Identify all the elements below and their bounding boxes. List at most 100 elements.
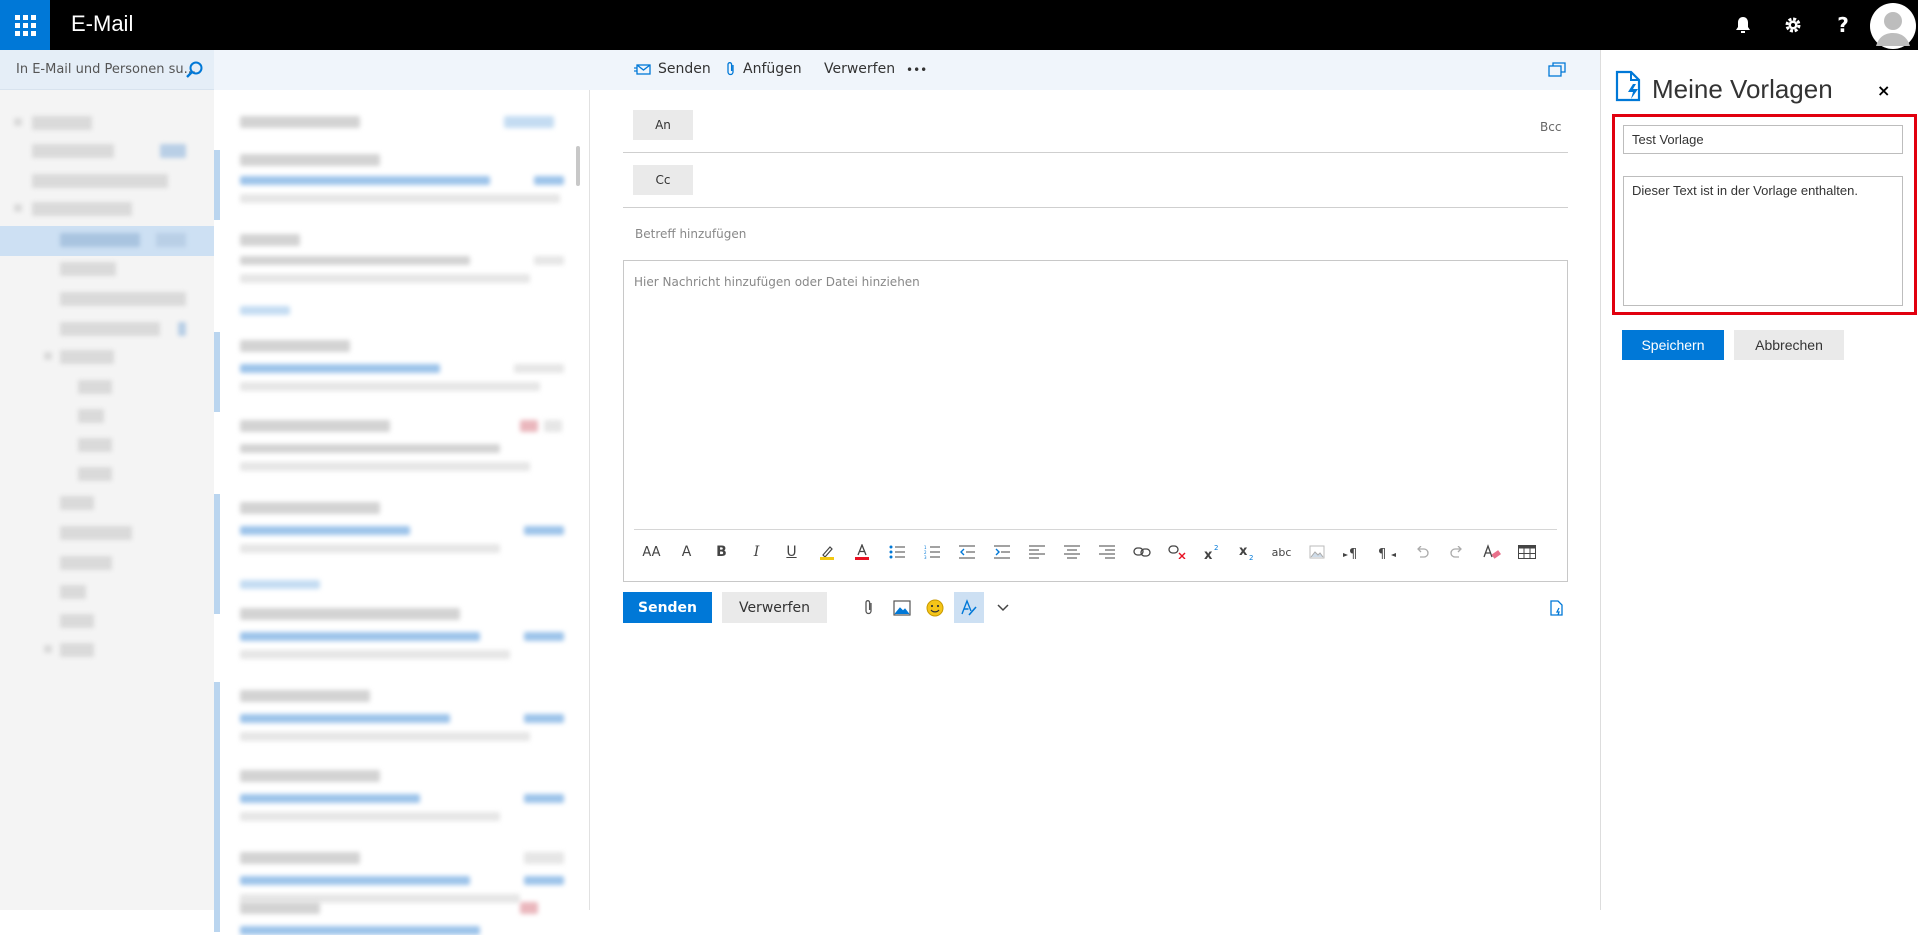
to-button[interactable]: An — [633, 110, 693, 140]
folder-item[interactable] — [60, 262, 116, 276]
numbered-list-icon: 123 — [924, 545, 940, 559]
attach-button[interactable] — [854, 592, 884, 623]
settings-button[interactable] — [1768, 0, 1818, 50]
folder-item[interactable] — [78, 467, 112, 481]
folder-item[interactable] — [60, 526, 132, 540]
font-color-button[interactable] — [844, 537, 879, 567]
search-box[interactable]: In E-Mail und Personen su... — [0, 50, 214, 90]
app-launcher-button[interactable] — [0, 0, 50, 50]
folder-item[interactable] — [32, 174, 168, 188]
font-size-button[interactable]: AA — [634, 537, 669, 567]
save-button[interactable]: Speichern — [1622, 330, 1724, 360]
strikethrough-button[interactable]: abc — [1264, 537, 1299, 567]
attach-command-button[interactable]: Anfügen — [725, 61, 802, 77]
more-options-button[interactable]: ••• — [906, 63, 927, 77]
top-bar: E-Mail ? — [0, 0, 1918, 50]
folder-item[interactable] — [60, 496, 94, 510]
folder-item[interactable] — [60, 233, 140, 247]
clear-formatting-button[interactable] — [1474, 537, 1509, 567]
paperclip-icon — [727, 62, 734, 76]
folder-item[interactable] — [60, 292, 186, 306]
send-command-button[interactable]: Senden — [634, 61, 711, 77]
bcc-link[interactable]: Bcc — [1540, 120, 1561, 134]
svg-text:x: x — [1239, 544, 1248, 559]
cc-button[interactable]: Cc — [633, 165, 693, 195]
folder-item[interactable] — [32, 202, 132, 216]
folder-item[interactable] — [60, 585, 86, 599]
folder-item[interactable] — [78, 438, 112, 452]
highlight-button[interactable] — [809, 537, 844, 567]
svg-text:¶: ¶ — [1349, 547, 1357, 559]
subject-input[interactable]: Betreff hinzufügen — [635, 227, 746, 241]
rtl-button[interactable]: ¶ — [1369, 537, 1404, 567]
folder-item[interactable] — [60, 350, 114, 364]
bullets-button[interactable] — [879, 537, 914, 567]
folder-item[interactable] — [78, 380, 112, 394]
templates-button[interactable] — [1542, 592, 1572, 623]
template-body-input[interactable]: Dieser Text ist in der Vorlage enthalten… — [1623, 176, 1903, 306]
folder-item[interactable] — [60, 643, 94, 657]
grow-font-icon: A — [681, 544, 692, 560]
search-input[interactable]: In E-Mail und Personen su... — [16, 62, 196, 77]
svg-text:x: x — [1204, 548, 1213, 560]
italic-button[interactable]: I — [739, 537, 774, 567]
undo-button[interactable] — [1404, 537, 1439, 567]
cancel-button[interactable]: Abbrechen — [1734, 330, 1844, 360]
outdent-icon — [958, 545, 975, 559]
folder-item[interactable] — [60, 614, 94, 628]
close-icon[interactable]: × — [1877, 81, 1890, 100]
user-avatar-icon — [1870, 3, 1916, 49]
folder-item[interactable] — [78, 409, 104, 423]
align-center-button[interactable] — [1054, 537, 1089, 567]
svg-text:2: 2 — [1249, 554, 1253, 560]
redo-button[interactable] — [1439, 537, 1474, 567]
subscript-icon: x 2 — [1239, 544, 1253, 560]
grow-font-button[interactable]: A — [669, 537, 704, 567]
notifications-button[interactable] — [1718, 0, 1768, 50]
emoji-button[interactable] — [920, 592, 950, 623]
folder-badge — [178, 322, 186, 336]
align-left-button[interactable] — [1019, 537, 1054, 567]
folder-item[interactable] — [32, 116, 92, 130]
send-button[interactable]: Senden — [623, 592, 712, 623]
discard-command-button[interactable]: Verwerfen — [824, 61, 895, 77]
paperclip-icon — [865, 599, 872, 614]
superscript-button[interactable]: x 2 — [1194, 537, 1229, 567]
search-icon[interactable] — [184, 60, 204, 80]
numbering-button[interactable]: 123 — [914, 537, 949, 567]
remove-link-button[interactable] — [1159, 537, 1194, 567]
folder-item[interactable] — [14, 204, 22, 212]
align-right-button[interactable] — [1089, 537, 1124, 567]
insert-picture-button[interactable] — [887, 592, 917, 623]
folder-item[interactable] — [60, 556, 112, 570]
template-icon — [1550, 599, 1563, 616]
cc-field-divider — [623, 207, 1568, 208]
svg-text:3: 3 — [924, 555, 927, 559]
folder-item[interactable] — [60, 322, 160, 336]
folder-item[interactable] — [44, 352, 52, 360]
insert-picture-inline-button[interactable] — [1299, 537, 1334, 567]
folder-item[interactable] — [32, 144, 114, 158]
increase-indent-button[interactable] — [984, 537, 1019, 567]
insert-table-button[interactable] — [1509, 537, 1544, 567]
popout-icon[interactable] — [1547, 60, 1567, 80]
picture-icon — [1309, 545, 1324, 559]
template-name-input[interactable]: Test Vorlage — [1623, 125, 1903, 154]
more-actions-button[interactable] — [988, 592, 1018, 623]
insert-link-button[interactable] — [1124, 537, 1159, 567]
decrease-indent-button[interactable] — [949, 537, 984, 567]
list-scrollbar[interactable] — [576, 146, 580, 186]
folder-item[interactable] — [44, 645, 52, 653]
folder-item[interactable] — [14, 118, 22, 126]
avatar[interactable] — [1868, 0, 1918, 50]
format-options-button[interactable] — [954, 592, 984, 623]
discard-button[interactable]: Verwerfen — [722, 592, 827, 623]
subscript-button[interactable]: x 2 — [1229, 537, 1264, 567]
help-button[interactable]: ? — [1818, 0, 1868, 50]
underline-button[interactable]: U — [774, 537, 809, 567]
bold-icon: B — [716, 544, 727, 560]
message-body-editor[interactable]: Hier Nachricht hinzufügen oder Datei hin… — [623, 260, 1568, 582]
ltr-button[interactable]: ¶ — [1334, 537, 1369, 567]
redo-icon — [1449, 546, 1462, 558]
bold-button[interactable]: B — [704, 537, 739, 567]
